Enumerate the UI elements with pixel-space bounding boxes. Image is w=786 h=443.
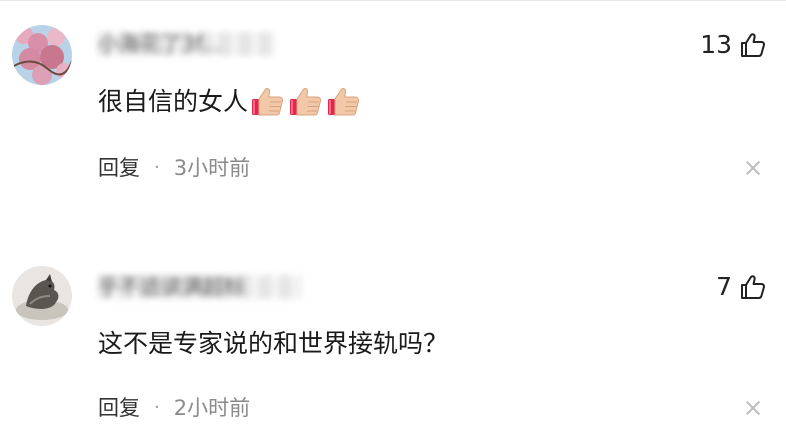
like-count: 13 xyxy=(700,30,732,59)
reply-button[interactable]: 回复 xyxy=(98,152,140,182)
comment-text: 很自信的女人 xyxy=(98,84,364,120)
thumbs-up-outline-icon[interactable] xyxy=(740,274,766,300)
thumbs-up-emoji-icon xyxy=(326,84,362,120)
comment-item: 乎不适读满超标 7 这不是专家说的和世界接轨吗？ 回复 · 2小时前 xyxy=(0,240,786,443)
close-icon[interactable] xyxy=(746,161,760,175)
avatar[interactable] xyxy=(12,25,72,85)
like-count: 7 xyxy=(716,272,732,301)
reply-button[interactable]: 回复 xyxy=(98,392,140,422)
like-button[interactable]: 7 xyxy=(716,270,766,304)
like-button[interactable]: 13 xyxy=(700,28,766,62)
thumbs-up-outline-icon[interactable] xyxy=(740,32,766,58)
username[interactable]: 乎不适读满超标 xyxy=(98,275,301,299)
comment-text-content: 这不是专家说的和世界接轨吗？ xyxy=(98,329,449,358)
comment-item: 小海花了3f... 13 很自信的女人 回复 · 3小时前 xyxy=(0,0,786,220)
username[interactable]: 小海花了3f... xyxy=(98,32,274,56)
thumbs-up-emoji-icon xyxy=(250,84,286,120)
separator-dot: · xyxy=(154,156,160,178)
comment-text-content: 很自信的女人 xyxy=(98,87,249,116)
separator-dot: · xyxy=(154,396,160,418)
close-icon[interactable] xyxy=(746,401,760,415)
comment-meta: 回复 · 3小时前 xyxy=(98,152,250,182)
comment-meta: 回复 · 2小时前 xyxy=(98,392,250,422)
comment-text: 这不是专家说的和世界接轨吗？ xyxy=(98,326,448,362)
timestamp: 2小时前 xyxy=(173,396,251,420)
avatar[interactable] xyxy=(12,266,72,326)
thumbs-up-emoji-icon xyxy=(288,84,324,120)
emoji-row xyxy=(250,84,364,120)
timestamp: 3小时前 xyxy=(173,156,251,180)
